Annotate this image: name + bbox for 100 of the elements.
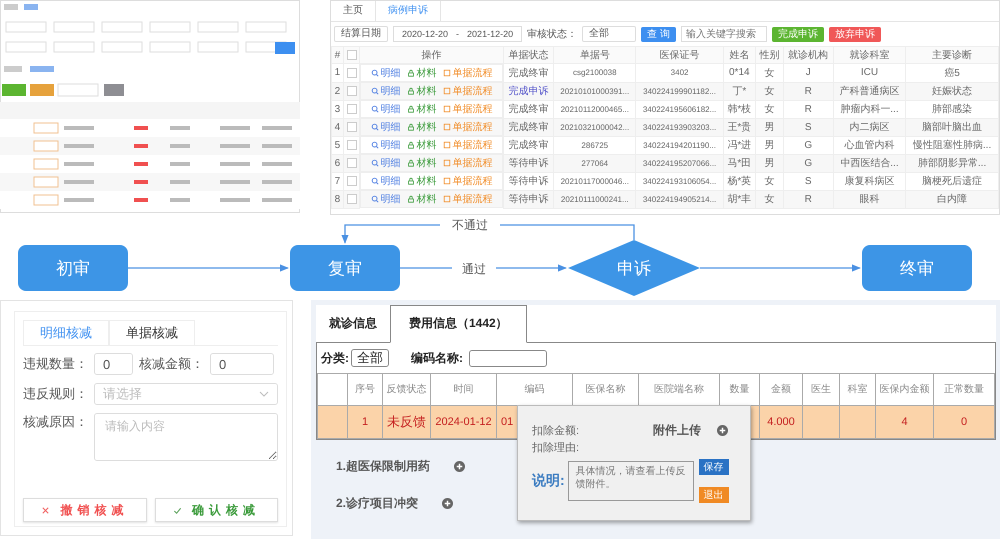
table-cell: 340224193106054... — [636, 172, 724, 190]
table-cell: 康复科病区 — [833, 172, 906, 190]
table-cell: 2 — [332, 82, 344, 100]
action-button[interactable]: 放弃申诉 — [828, 26, 881, 42]
row-action-link[interactable]: 明细 — [370, 192, 401, 206]
table-cell: 340224193903203... — [636, 118, 724, 136]
category-select[interactable]: 全部 — [351, 349, 389, 367]
reason-field[interactable]: 请输入内容 — [94, 413, 278, 461]
row-action-link[interactable]: 单据流程 — [442, 192, 493, 206]
row-action-link[interactable]: 明细 — [370, 66, 401, 80]
status-cell: 完成终审 — [504, 118, 554, 136]
form-button[interactable]: 确认核减 — [154, 498, 278, 522]
search-icon — [370, 69, 379, 77]
page-tab[interactable]: 病例申诉 — [375, 1, 441, 21]
search-icon — [370, 123, 379, 131]
code-name-label: 编码名称: — [411, 350, 463, 366]
row-checkbox[interactable] — [346, 194, 357, 204]
table-cell: 癌5 — [906, 64, 998, 82]
row-checkbox[interactable] — [346, 176, 357, 186]
row-action-link[interactable]: 单据流程 — [442, 138, 493, 152]
info-tab[interactable]: 就诊信息 — [316, 305, 390, 342]
note-field[interactable]: 具体情况，请查看上传反馈附件。 — [568, 461, 694, 501]
table-cell: 妊娠状态 — [906, 82, 998, 100]
row-checkbox[interactable] — [346, 104, 357, 114]
page-tab[interactable]: 主页 — [331, 1, 375, 21]
row-action-link[interactable]: 明细 — [370, 174, 401, 188]
table-cell: 中西医结合... — [833, 154, 906, 172]
row-action-link[interactable]: 材料 — [406, 174, 437, 188]
row-action-link[interactable]: 材料 — [406, 138, 437, 152]
table-cell: 王*贵 — [723, 118, 756, 136]
search-field[interactable]: 输入关键字搜索 — [680, 26, 767, 42]
form-button[interactable]: 撤销核减 — [23, 498, 146, 522]
search-icon — [370, 195, 379, 203]
form-tab[interactable]: 单据核减 — [109, 320, 195, 345]
table-cell: 男 — [755, 136, 784, 154]
date-range-field[interactable]: 2020-12-20 - 2021-12-20 — [393, 26, 522, 42]
status-select[interactable]: 全部 — [582, 26, 636, 42]
row-checkbox[interactable] — [346, 68, 357, 78]
chevron-down-icon — [259, 391, 269, 397]
rule-label: 1.超医保限制用药 — [336, 458, 430, 475]
row-checkbox[interactable] — [346, 86, 357, 96]
square-icon — [442, 177, 451, 185]
form-tab[interactable]: 明细核减 — [23, 320, 109, 345]
date-type-select[interactable]: 结算日期 — [334, 26, 388, 42]
row-checkbox[interactable] — [346, 122, 357, 132]
pass-label: 通过 — [462, 262, 486, 276]
row-checkbox[interactable] — [346, 140, 357, 150]
process-step: 复审 — [290, 245, 400, 291]
amount-field[interactable]: 0 — [210, 353, 274, 375]
row-checkbox[interactable] — [346, 158, 357, 168]
info-tab[interactable]: 费用信息（1442） — [390, 305, 527, 343]
category-label: 分类: — [321, 350, 349, 366]
add-icon[interactable] — [717, 425, 728, 436]
row-action-link[interactable]: 材料 — [406, 84, 437, 98]
row-action-link[interactable]: 明细 — [370, 138, 401, 152]
count-field[interactable]: 0 — [94, 353, 133, 375]
table-cell: 340224195606182... — [636, 100, 724, 118]
action-button[interactable]: 完成申诉 — [772, 26, 824, 42]
table-cell: 脑梗死后遗症 — [906, 172, 998, 190]
status-cell: 完成终审 — [504, 100, 554, 118]
row-action-link[interactable]: 明细 — [370, 156, 401, 170]
field-label: 扣除金额: — [532, 424, 580, 438]
add-icon[interactable] — [442, 498, 454, 509]
square-icon — [442, 69, 451, 77]
process-step: 终审 — [862, 245, 972, 291]
table-cell: 4 — [901, 416, 908, 428]
status-cell: 完成终审 — [504, 64, 554, 82]
search-icon — [370, 105, 379, 113]
table-cell: 3 — [332, 100, 344, 118]
query-button[interactable]: 查 询 — [641, 26, 676, 42]
square-icon — [442, 87, 451, 95]
save-button[interactable]: 保存 — [698, 459, 729, 475]
row-action-link[interactable]: 单据流程 — [442, 156, 493, 170]
exit-button[interactable]: 退出 — [698, 487, 729, 503]
row-action-link[interactable]: 材料 — [406, 102, 437, 116]
column-header: # — [332, 46, 344, 64]
row-action-link[interactable]: 明细 — [370, 102, 401, 116]
row-action-link[interactable]: 材料 — [406, 120, 437, 134]
select-all-checkbox[interactable] — [346, 50, 357, 60]
lock-icon — [406, 87, 415, 95]
table-cell: 女 — [755, 172, 784, 190]
row-action-link[interactable]: 明细 — [370, 120, 401, 134]
row-action-link[interactable]: 材料 — [406, 192, 437, 206]
row-action-link[interactable]: 材料 — [406, 66, 437, 80]
table-cell: 肿瘤内科一... — [833, 100, 906, 118]
row-action-link[interactable]: 单据流程 — [442, 102, 493, 116]
check-icon — [172, 506, 182, 514]
row-action-link[interactable]: 单据流程 — [442, 120, 493, 134]
row-action-link[interactable]: 单据流程 — [442, 84, 493, 98]
row-action-link[interactable]: 单据流程 — [442, 174, 493, 188]
add-icon[interactable] — [454, 461, 466, 472]
table-cell: S — [783, 172, 834, 190]
lock-icon — [406, 141, 415, 149]
table-cell: 1 — [362, 416, 368, 428]
rule-select[interactable]: 请选择 — [94, 383, 278, 405]
row-action-link[interactable]: 单据流程 — [442, 66, 493, 80]
table-cell: G — [783, 136, 834, 154]
code-name-field[interactable] — [469, 350, 547, 366]
row-action-link[interactable]: 材料 — [406, 156, 437, 170]
row-action-link[interactable]: 明细 — [370, 84, 401, 98]
